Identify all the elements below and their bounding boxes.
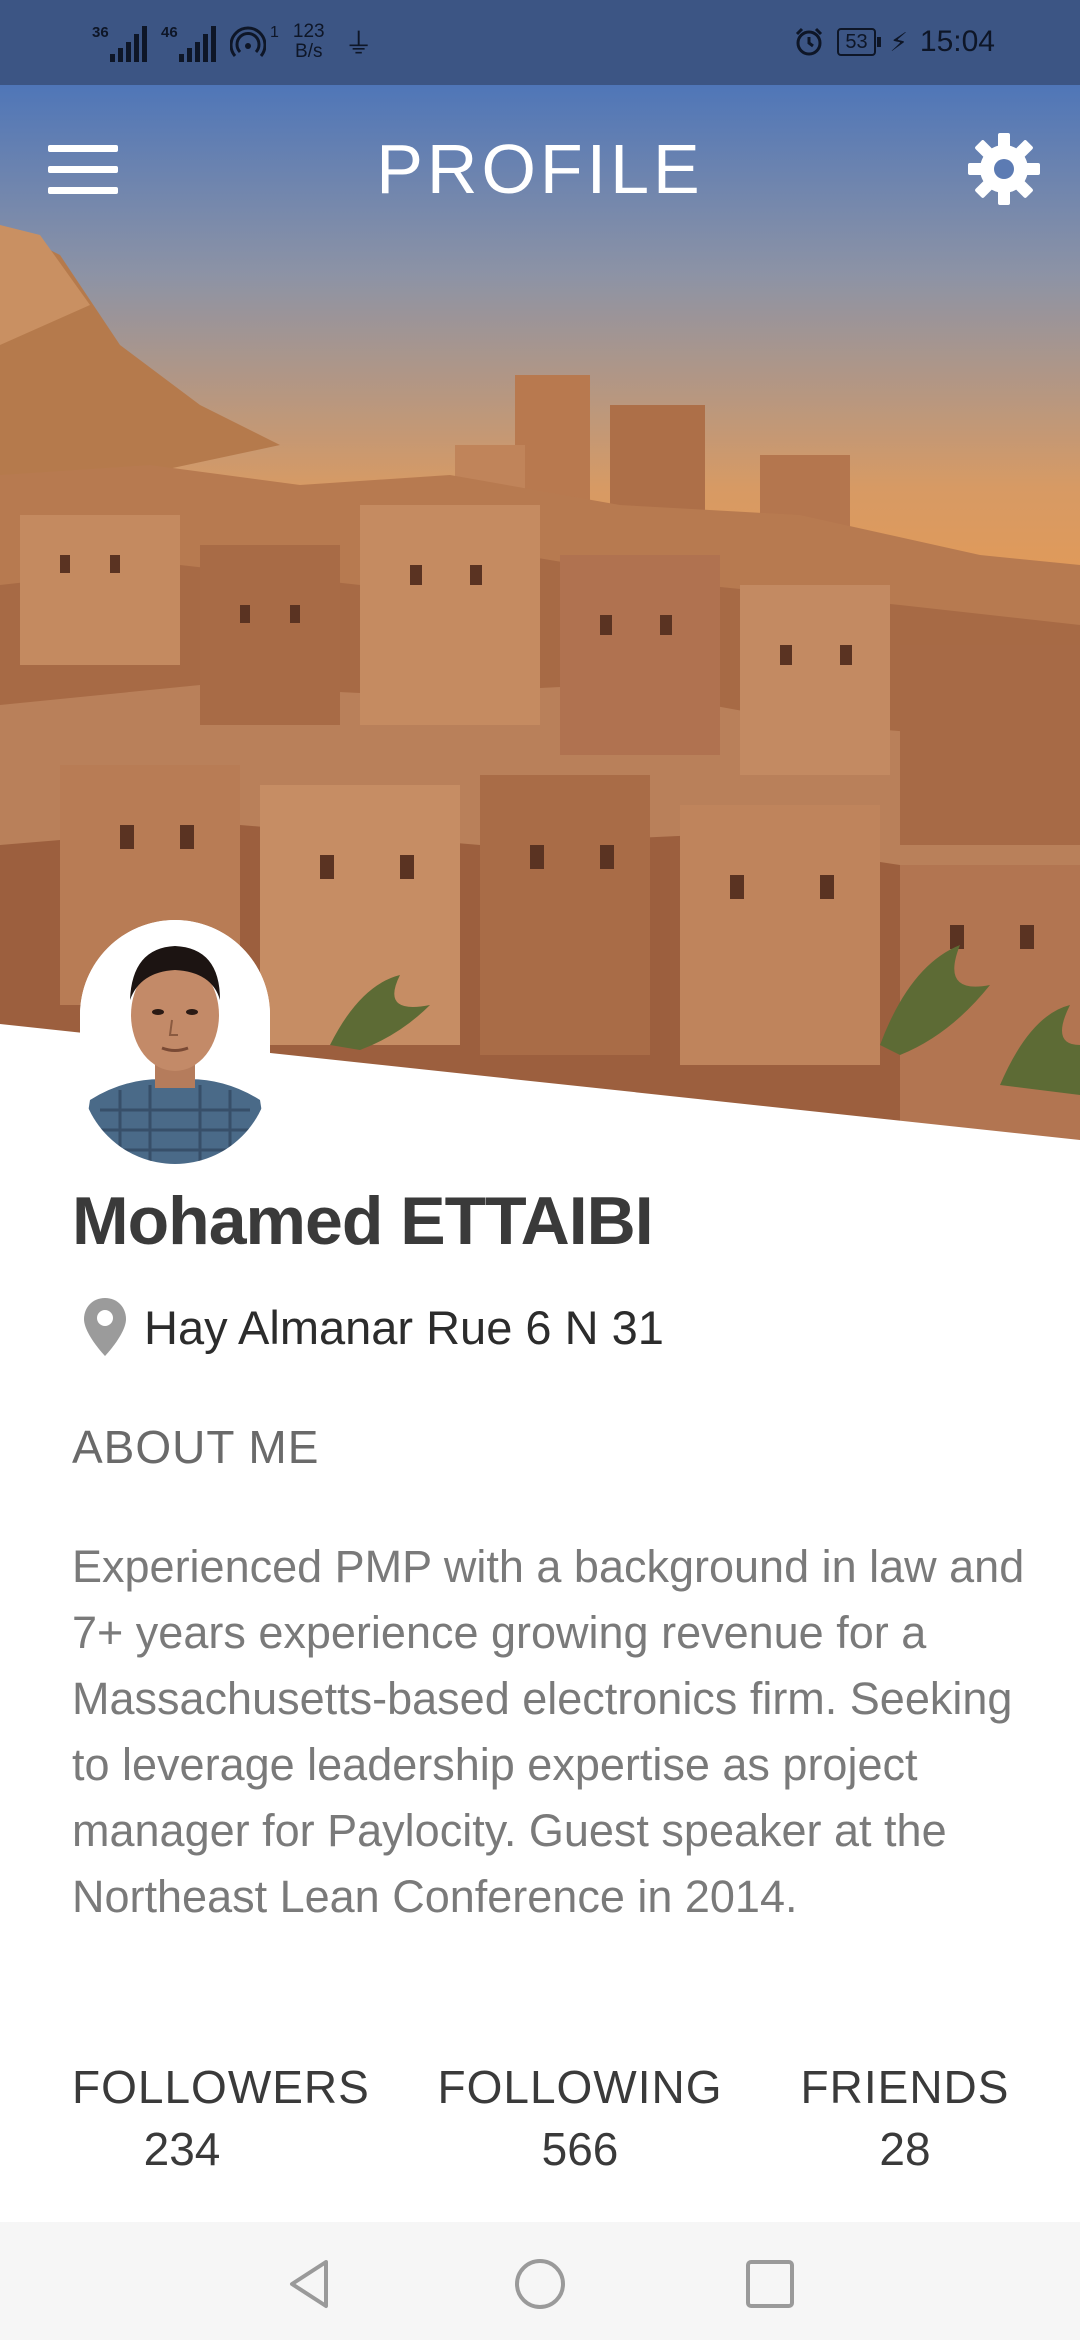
stat-label: FRIENDS — [800, 2061, 1010, 2113]
signal-icon: 36 — [92, 22, 147, 62]
sim1-label: 36 — [92, 24, 109, 41]
location-text: Hay Almanar Rue 6 N 31 — [144, 1300, 664, 1354]
system-nav-bar — [0, 2222, 1080, 2340]
back-triangle-icon[interactable] — [282, 2256, 338, 2312]
sim2-label: 46 — [161, 24, 178, 41]
stat-following[interactable]: FOLLOWING 566 — [430, 2060, 730, 2176]
hotspot-icon — [230, 26, 266, 57]
net-speed-unit: B/s — [295, 41, 323, 62]
net-speed-value: 123 — [292, 21, 325, 42]
charging-icon: ⚡ — [889, 26, 908, 57]
alarm-icon — [796, 27, 823, 56]
stat-value: 28 — [879, 2123, 931, 2175]
hotspot-count: 1 — [270, 24, 279, 41]
stat-friends[interactable]: FRIENDS 28 — [790, 2060, 1020, 2176]
signal-icon: 46 — [161, 22, 216, 62]
stat-value: 566 — [541, 2123, 619, 2175]
status-right: 53 ⚡ 15:04 — [793, 14, 995, 70]
status-left: 36 46 1 123 B/s ⏚ — [92, 14, 373, 70]
location-row: Hay Almanar Rue 6 N 31 — [82, 1296, 664, 1358]
battery-icon: 53 — [837, 28, 881, 56]
avatar[interactable] — [80, 920, 270, 1164]
home-circle-icon[interactable] — [512, 2256, 568, 2312]
stat-value: 234 — [143, 2123, 221, 2175]
stat-label: FOLLOWERS — [72, 2061, 370, 2113]
clock: 15:04 — [919, 25, 995, 58]
app-header: PROFILE — [0, 85, 1080, 255]
page-title: PROFILE — [376, 130, 704, 208]
status-bar: 36 46 1 123 B/s ⏚ 53 ⚡ 15:04 — [0, 0, 1080, 85]
stat-label: FOLLOWING — [437, 2061, 723, 2113]
profile-name: Mohamed ETTAIBI — [72, 1183, 654, 1259]
gear-icon[interactable] — [964, 129, 1044, 209]
profile-photo — [80, 920, 270, 1164]
about-text: Experienced PMP with a background in law… — [72, 1541, 1025, 1922]
stats-row: FOLLOWERS 234 FOLLOWING 566 FRIENDS 28 — [0, 2060, 1080, 2180]
location-pin-icon — [84, 1298, 126, 1356]
net-speed: 123 B/s — [293, 22, 325, 62]
recents-square-icon[interactable] — [742, 2256, 798, 2312]
about-heading: ABOUT ME — [72, 1421, 320, 1473]
usb-icon: ⏚ — [344, 28, 373, 59]
